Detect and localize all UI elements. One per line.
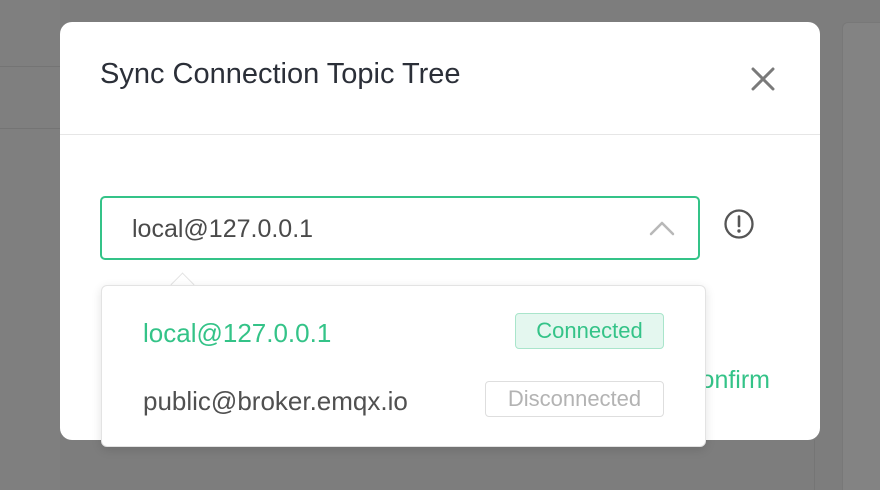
close-icon xyxy=(751,67,775,91)
option-label: local@127.0.0.1 xyxy=(143,318,332,348)
background-divider xyxy=(0,128,60,129)
info-icon[interactable] xyxy=(723,208,755,240)
option-label: public@broker.emqx.io xyxy=(143,386,408,416)
chevron-up-icon xyxy=(649,221,675,236)
status-badge-disconnected: Disconnected xyxy=(485,381,664,417)
dropdown-option-local[interactable]: local@127.0.0.1 Connected xyxy=(102,300,705,366)
dropdown-option-public[interactable]: public@broker.emqx.io Disconnected xyxy=(102,368,705,434)
close-button[interactable] xyxy=(746,62,780,96)
status-badge-connected: Connected xyxy=(515,313,664,349)
dialog-header: Sync Connection Topic Tree xyxy=(60,22,820,135)
connection-select-value: local@127.0.0.1 xyxy=(132,215,314,243)
background-panel xyxy=(842,22,880,490)
background-divider xyxy=(814,440,815,490)
connection-select[interactable]: local@127.0.0.1 xyxy=(100,196,700,260)
connection-dropdown: local@127.0.0.1 Connected public@broker.… xyxy=(101,285,706,447)
background-sidebar xyxy=(0,0,60,490)
dialog-title: Sync Connection Topic Tree xyxy=(100,58,461,90)
background-divider xyxy=(0,66,60,67)
